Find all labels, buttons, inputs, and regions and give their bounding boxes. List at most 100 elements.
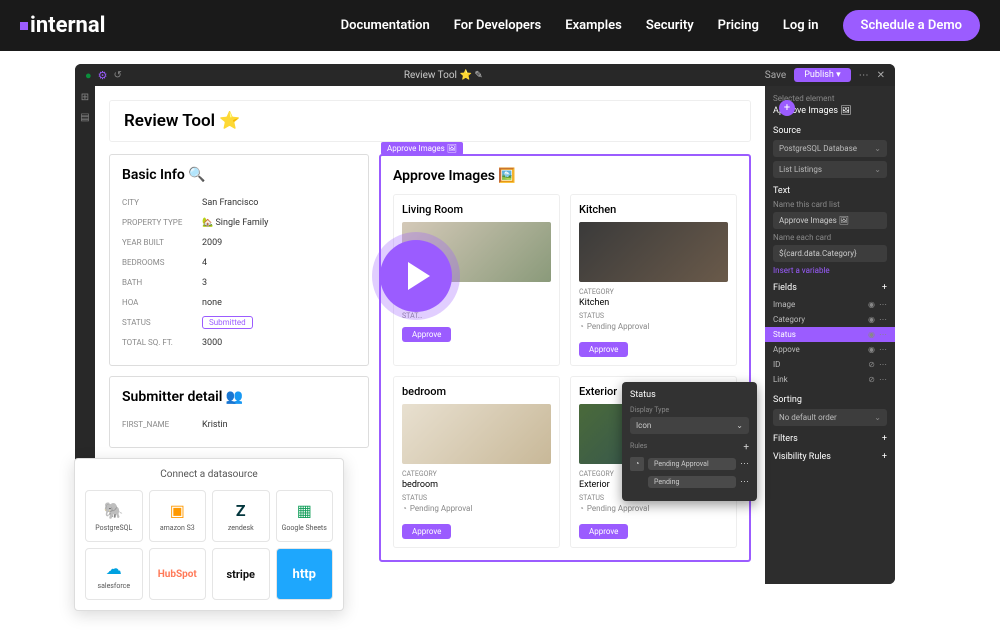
stripe-icon: stripe xyxy=(229,564,253,584)
selection-tab[interactable]: Approve Images 🖼 xyxy=(381,142,463,155)
field-row[interactable]: Image◉⋯ xyxy=(773,297,887,312)
status-config-popup: Status Display Type Icon Rules+ ◔Pending… xyxy=(622,382,757,501)
zendesk-icon: Z xyxy=(229,501,253,521)
filters-section[interactable]: Filters+ xyxy=(773,434,887,444)
hidden-icon: ⊘ xyxy=(868,375,875,384)
status-pending: Pending Approval xyxy=(579,504,728,513)
sheets-icon: ▦ xyxy=(292,501,316,521)
more-icon[interactable]: ⋯ xyxy=(740,459,749,469)
editor-title: Review Tool ⭐ ✎ xyxy=(122,70,765,81)
datasource-amazon-s3[interactable]: ▣amazon S3 xyxy=(149,490,207,542)
rule-row[interactable]: Pending⋯ xyxy=(630,475,749,489)
name-list-input[interactable]: Approve Images 🖼 xyxy=(773,212,887,229)
eye-icon: ◉ xyxy=(868,300,875,309)
nav-developers[interactable]: For Developers xyxy=(454,18,542,33)
edit-icon[interactable]: ✎ xyxy=(474,70,482,81)
inspector-panel: Selected element Approve Images 🖼 Source… xyxy=(765,86,895,584)
image-card[interactable]: Kitchen CATEGORY Kitchen STATUS Pending … xyxy=(570,194,737,366)
display-type-select[interactable]: Icon xyxy=(630,417,749,434)
add-component-icon[interactable]: + xyxy=(779,100,795,116)
plus-icon[interactable]: + xyxy=(882,283,887,293)
datasource-postgresql[interactable]: 🐘PostgreSQL xyxy=(85,490,143,542)
more-icon: ⋯ xyxy=(879,360,887,369)
more-icon: ⋯ xyxy=(879,300,887,309)
source-section: Source xyxy=(773,126,887,136)
field-row[interactable]: Link⊘⋯ xyxy=(773,372,887,387)
more-icon[interactable]: ⋯ xyxy=(740,477,749,487)
more-icon: ⋯ xyxy=(879,330,887,339)
more-icon: ⋯ xyxy=(879,315,887,324)
approve-button[interactable]: Approve xyxy=(402,524,451,539)
publish-button[interactable]: Publish ▾ xyxy=(794,68,850,82)
postgresql-icon: 🐘 xyxy=(102,501,126,521)
basic-info-panel[interactable]: Basic Info 🔍 CITYSan Francisco PROPERTY … xyxy=(109,154,369,366)
plus-icon[interactable]: + xyxy=(882,452,887,462)
rule-row[interactable]: ◔Pending Approval⋯ xyxy=(630,457,749,471)
approve-button[interactable]: Approve xyxy=(579,342,628,357)
field-row[interactable]: Category◉⋯ xyxy=(773,312,887,327)
status-pending: Pending Approval xyxy=(402,504,551,513)
field-row-active[interactable]: Status◉⋯ xyxy=(765,327,895,342)
datasource-modal: Connect a datasource 🐘PostgreSQL ▣amazon… xyxy=(74,458,344,611)
schedule-demo-button[interactable]: Schedule a Demo xyxy=(843,10,980,41)
add-icon[interactable]: ⊞ xyxy=(79,92,91,104)
visibility-section[interactable]: Visibility Rules+ xyxy=(773,452,887,462)
play-video-button[interactable] xyxy=(380,240,452,312)
more-icon: ⋯ xyxy=(879,345,887,354)
hidden-icon: ⊘ xyxy=(868,360,875,369)
approve-button[interactable]: Approve xyxy=(402,327,451,342)
datasource-zendesk[interactable]: Zzendesk xyxy=(212,490,270,542)
datasource-salesforce[interactable]: ☁salesforce xyxy=(85,548,143,600)
name-card-input[interactable]: ${card.data.Category} xyxy=(773,245,887,262)
eye-icon: ◉ xyxy=(868,345,875,354)
datasource-stripe[interactable]: stripe xyxy=(212,548,270,600)
nav-security[interactable]: Security xyxy=(646,18,694,33)
gear-icon[interactable]: ⚙ xyxy=(98,69,108,82)
source-table-select[interactable]: List Listings xyxy=(773,161,887,178)
sorting-section: Sorting xyxy=(773,395,887,405)
popup-title: Status xyxy=(630,390,749,400)
approve-button[interactable]: Approve xyxy=(579,524,628,539)
datasource-http[interactable]: http xyxy=(276,548,334,600)
basic-info-title: Basic Info 🔍 xyxy=(122,167,356,183)
status-pending: Pending Approval xyxy=(579,322,728,331)
more-icon[interactable]: ⋯ xyxy=(859,70,869,81)
layers-icon[interactable]: ▤ xyxy=(79,112,91,124)
source-db-select[interactable]: PostgreSQL Database xyxy=(773,140,887,157)
field-row[interactable]: ID⊘⋯ xyxy=(773,357,887,372)
text-section: Text xyxy=(773,186,887,196)
fields-section[interactable]: Fields+ xyxy=(773,283,887,293)
save-button[interactable]: Save xyxy=(765,70,786,81)
status-badge: Submitted xyxy=(202,316,253,329)
nav-pricing[interactable]: Pricing xyxy=(718,18,759,33)
eye-icon: ◉ xyxy=(868,315,875,324)
card-image xyxy=(402,404,551,464)
logo[interactable]: internal xyxy=(20,13,105,38)
page-title[interactable]: Review Tool ⭐ xyxy=(109,100,751,142)
plus-icon[interactable]: + xyxy=(882,434,887,444)
aws-icon: ▣ xyxy=(165,501,189,521)
nav-examples[interactable]: Examples xyxy=(565,18,622,33)
eye-icon: ◉ xyxy=(868,330,875,339)
top-nav: internal Documentation For Developers Ex… xyxy=(0,0,1000,51)
salesforce-icon: ☁ xyxy=(102,559,126,579)
history-icon[interactable]: ↺ xyxy=(114,70,122,81)
insert-variable-link[interactable]: Insert a variable xyxy=(773,266,887,275)
nav-login[interactable]: Log in xyxy=(783,18,819,33)
datasource-google-sheets[interactable]: ▦Google Sheets xyxy=(276,490,334,542)
submitter-panel[interactable]: Submitter detail 👥 FIRST_NAMEKristin xyxy=(109,376,369,448)
more-icon: ⋯ xyxy=(879,375,887,384)
plus-icon[interactable]: + xyxy=(743,442,749,453)
card-image xyxy=(579,222,728,282)
datasource-title: Connect a datasource xyxy=(85,469,333,480)
sort-select[interactable]: No default order xyxy=(773,409,887,426)
field-row[interactable]: Appove◉⋯ xyxy=(773,342,887,357)
nav-documentation[interactable]: Documentation xyxy=(341,18,430,33)
image-card[interactable]: bedroom CATEGORY bedroom STATUS Pending … xyxy=(393,376,560,548)
status-dots-icon: ● xyxy=(85,69,92,82)
clock-icon: ◔ xyxy=(630,457,644,471)
approve-title: Approve Images 🖼️ xyxy=(393,168,737,184)
datasource-hubspot[interactable]: HubSpot xyxy=(149,548,207,600)
hubspot-icon: HubSpot xyxy=(165,564,189,584)
close-icon[interactable]: ✕ xyxy=(877,70,885,81)
